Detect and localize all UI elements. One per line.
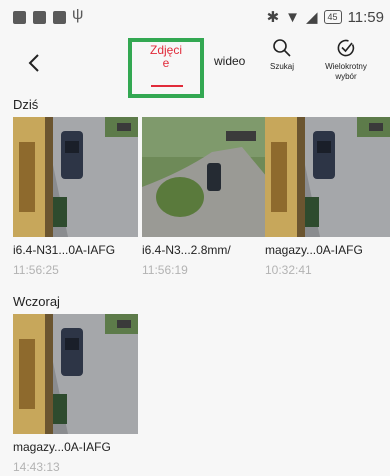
search-label: Szukaj: [269, 62, 294, 71]
item-name: i6.4-N31...0A-IAFG: [13, 243, 116, 257]
item-time: 11:56:25: [13, 263, 59, 277]
section-label-yesterday: Wczoraj: [13, 294, 60, 309]
section-label-today: Dziś: [13, 97, 39, 112]
photo-thumbnail[interactable]: [142, 117, 267, 237]
status-bar: ψ ✱ ▼ ◢ 45 11:59: [0, 0, 390, 36]
tab-photos[interactable]: Zdjęci e: [128, 38, 204, 98]
item-name: magazy...0A-IAFG: [13, 440, 111, 454]
active-tab-indicator: [151, 85, 183, 87]
notification-app-icon: [13, 11, 26, 24]
item-name: i6.4-N3...2.8mm/: [142, 243, 231, 257]
photo-thumbnail[interactable]: [13, 117, 138, 237]
status-time: 11:59: [347, 8, 384, 26]
photo-garden-driveway: [142, 117, 267, 237]
item-name: magazy...0A-IAFG: [265, 243, 363, 257]
chevron-left-icon: [28, 54, 39, 72]
item-time: 14:43:13: [13, 460, 60, 474]
item-time: 11:56:19: [142, 263, 188, 277]
notification-image-icon: [33, 11, 46, 24]
battery-level: 45: [323, 10, 342, 24]
photo-thumbnail[interactable]: [13, 314, 138, 434]
multi-select-label: Wielokrotny wybór: [325, 62, 367, 81]
photo-house-driveway: [13, 117, 138, 237]
item-time: 10:32:41: [265, 263, 312, 277]
photo-house-driveway: [13, 314, 138, 434]
search-button[interactable]: Szukaj: [252, 36, 312, 72]
bluetooth-icon: ✱: [266, 9, 280, 26]
usb-icon: ψ: [72, 6, 84, 23]
multi-select-button[interactable]: Wielokrotny wybór: [316, 36, 376, 82]
signal-icon: ◢: [306, 9, 318, 26]
tab-photos-label: Zdjęci e: [149, 43, 182, 70]
photo-thumbnail[interactable]: [265, 117, 390, 237]
back-button[interactable]: [22, 50, 48, 76]
photo-house-driveway: [265, 117, 390, 237]
notification-square-icon: [53, 11, 66, 24]
top-bar: Zdjęci e wideo Szukaj Wielokrotny wybór: [0, 36, 390, 100]
search-icon: [273, 39, 291, 57]
check-circle-icon: [337, 39, 355, 57]
tab-video[interactable]: wideo: [214, 54, 245, 68]
wifi-icon: ▼: [285, 8, 300, 26]
